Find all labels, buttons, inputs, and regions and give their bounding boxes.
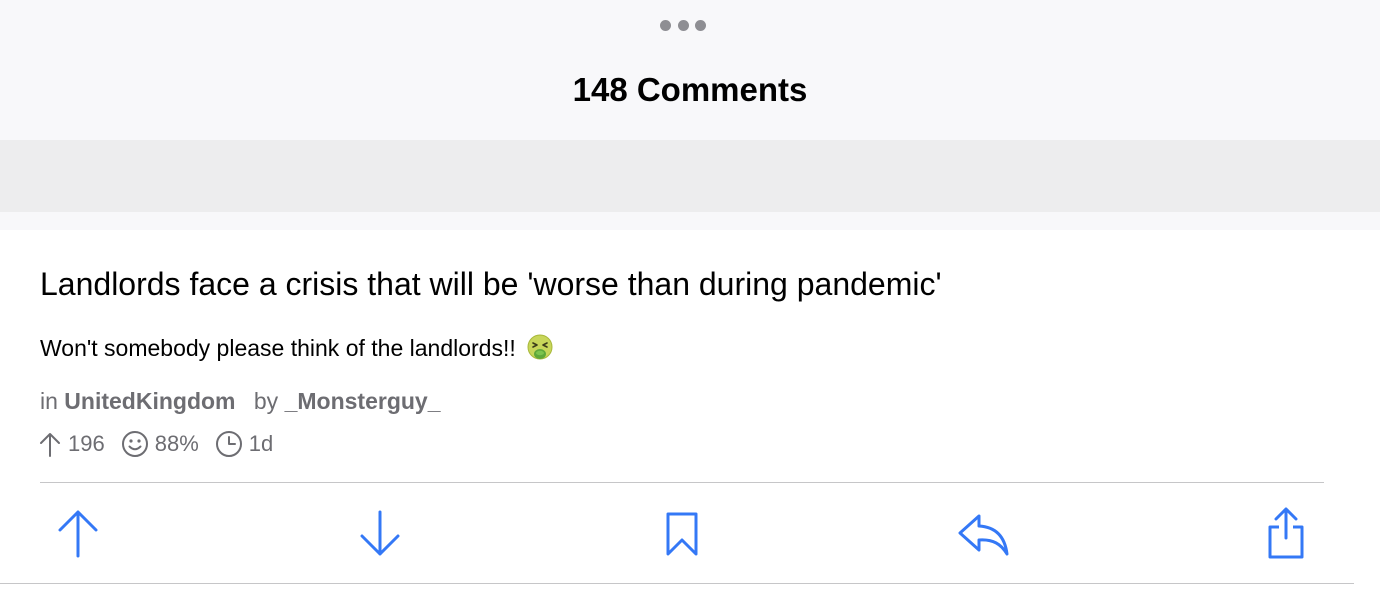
nauseated-face-icon	[526, 334, 554, 362]
upvote-ratio: 88%	[154, 431, 199, 456]
reply-icon	[958, 514, 1009, 556]
sheet-header: 148 Comments	[0, 0, 1380, 140]
upvote-button[interactable]	[51, 506, 105, 560]
post-title[interactable]: Landlords face a crisis that will be 'wo…	[40, 262, 942, 306]
in-label: in	[40, 388, 58, 414]
post-body: Won't somebody please think of the landl…	[40, 332, 554, 364]
clock-icon	[215, 431, 242, 457]
grabber-dot	[677, 19, 689, 31]
upvotes-stat: 196	[38, 430, 105, 458]
section-gap	[0, 212, 1380, 230]
grabber-dot	[695, 19, 706, 31]
more-options-icon[interactable]	[660, 17, 706, 33]
reply-button[interactable]	[957, 506, 1011, 560]
ratio-stat: 88%	[121, 430, 199, 458]
post-meta: in UnitedKingdom by _Monsterguy_	[40, 385, 441, 417]
downvote-button[interactable]	[353, 506, 407, 560]
post-stats: 196 88% 1d	[38, 428, 289, 460]
upvotes-count: 196	[68, 431, 105, 456]
grabber-dot	[660, 19, 671, 31]
age-stat: 1d	[215, 430, 273, 458]
small-arrow-up-icon	[40, 433, 60, 457]
bookmark-icon	[666, 512, 698, 556]
header-separator-band	[0, 140, 1380, 212]
author-link[interactable]: _Monsterguy_	[285, 388, 441, 414]
post-age: 1d	[248, 431, 274, 456]
post-body-text: Won't somebody please think of the landl…	[40, 335, 516, 361]
arrow-down-icon	[360, 510, 400, 556]
sheet-title: 148 Comments	[572, 71, 808, 108]
subreddit-link[interactable]: UnitedKingdom	[64, 388, 235, 414]
smiley-icon	[121, 431, 148, 457]
divider	[40, 482, 1324, 483]
share-button[interactable]	[1259, 506, 1313, 560]
save-button[interactable]	[655, 506, 709, 560]
by-label: by	[253, 388, 279, 414]
arrow-up-icon	[58, 510, 98, 558]
divider	[0, 583, 1354, 584]
share-icon	[1268, 507, 1304, 559]
